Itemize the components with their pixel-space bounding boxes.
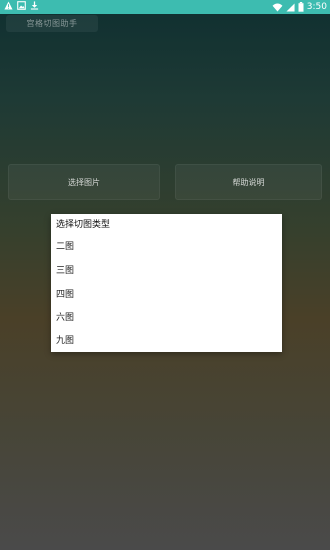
dialog-title: 选择切图类型 bbox=[56, 220, 111, 230]
warning-icon bbox=[4, 1, 13, 10]
app-title: 宫格切图助手 bbox=[6, 15, 98, 32]
download-icon bbox=[30, 1, 39, 10]
status-system: 3:50 bbox=[272, 1, 327, 13]
status-bar: 3:50 bbox=[0, 0, 330, 14]
select-image-button[interactable]: 选择图片 bbox=[8, 164, 160, 200]
wifi-icon bbox=[272, 3, 283, 12]
option-nine-image[interactable]: 九图 bbox=[51, 331, 282, 351]
status-time: 3:50 bbox=[306, 2, 327, 12]
image-icon bbox=[17, 1, 26, 10]
battery-icon bbox=[298, 2, 304, 12]
status-notifications bbox=[4, 1, 39, 10]
option-three-image[interactable]: 三图 bbox=[51, 261, 282, 281]
signal-icon bbox=[286, 2, 295, 12]
option-two-image[interactable]: 二图 bbox=[51, 237, 282, 257]
option-six-image[interactable]: 六图 bbox=[51, 308, 282, 328]
cut-type-dialog: 选择切图类型 二图 三图 四图 六图 九图 bbox=[51, 214, 282, 352]
help-button[interactable]: 帮助说明 bbox=[175, 164, 322, 200]
option-four-image[interactable]: 四图 bbox=[51, 285, 282, 305]
